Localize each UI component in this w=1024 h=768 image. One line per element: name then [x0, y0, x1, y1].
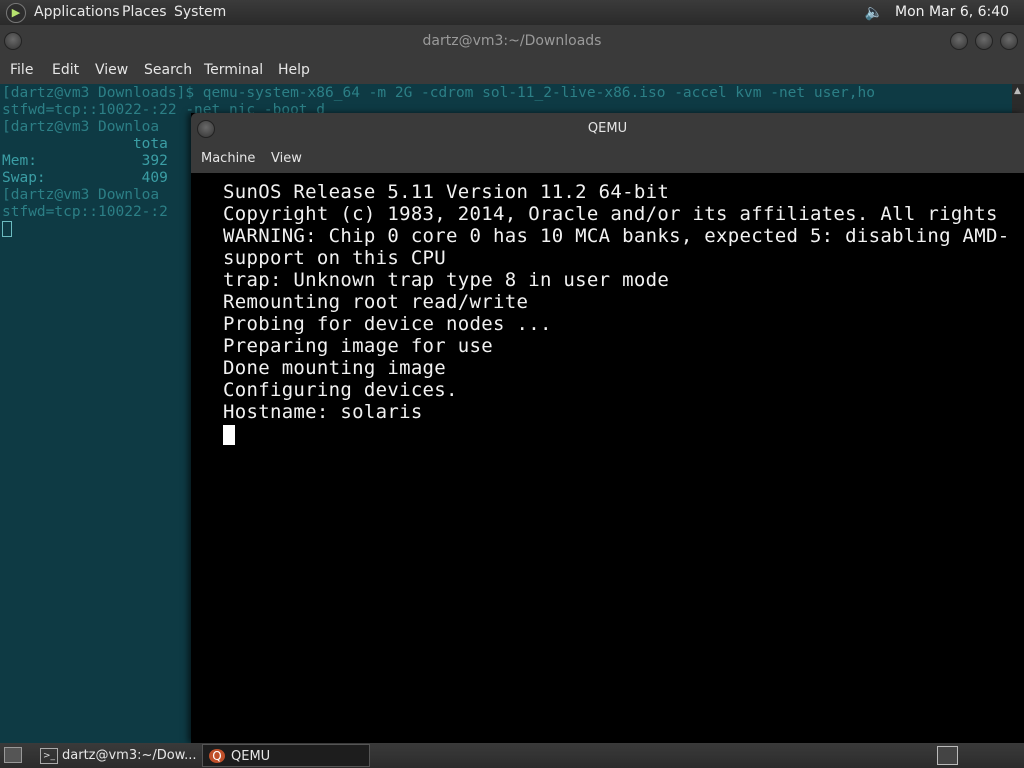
taskbar-item-terminal[interactable]: >_ dartz@vm3:~/Dow...	[34, 744, 198, 767]
console-line: support on this CPU	[223, 247, 447, 269]
terminal-cursor	[2, 221, 12, 237]
panel-menu-applications[interactable]: Applications	[34, 0, 120, 25]
console-cursor	[223, 425, 235, 445]
distro-logo-icon[interactable]: ▶	[6, 3, 26, 23]
bottom-taskbar: >_ dartz@vm3:~/Dow... Q QEMU	[0, 743, 1024, 768]
terminal-titlebar[interactable]: dartz@vm3:~/Downloads	[0, 25, 1024, 57]
console-line: Remounting root read/write	[223, 291, 529, 313]
panel-menu-system[interactable]: System	[174, 0, 226, 25]
qemu-console-screen[interactable]: SunOS Release 5.11 Version 11.2 64-bit C…	[191, 173, 1024, 743]
menu-view[interactable]: View	[95, 57, 128, 84]
menu-edit[interactable]: Edit	[52, 57, 79, 84]
menu-file[interactable]: File	[10, 57, 33, 84]
terminal-icon: >_	[40, 748, 58, 764]
terminal-title: dartz@vm3:~/Downloads	[422, 33, 602, 49]
taskbar-item-label: QEMU	[231, 749, 271, 764]
qemu-title: QEMU	[587, 121, 628, 136]
console-line: Hostname: solaris	[223, 401, 423, 423]
taskbar-item-qemu[interactable]: Q QEMU	[202, 744, 370, 767]
minimize-icon[interactable]	[950, 32, 968, 50]
qemu-window: QEMU Machine View SunOS Release 5.11 Ver…	[191, 113, 1024, 743]
show-desktop-icon[interactable]	[4, 747, 22, 763]
maximize-icon[interactable]	[975, 32, 993, 50]
close-icon[interactable]	[1000, 32, 1018, 50]
console-line: Copyright (c) 1983, 2014, Oracle and/or …	[223, 203, 998, 225]
terminal-line: [dartz@vm3 Downloads]$ qemu-system-x86_6…	[2, 85, 875, 101]
terminal-line: stfwd=tcp::10022-:2	[2, 204, 168, 220]
panel-clock[interactable]: Mon Mar 6, 6:40 PM	[895, 0, 1024, 45]
console-line: Probing for device nodes ...	[223, 313, 552, 335]
console-line: SunOS Release 5.11 Version 11.2 64-bit	[223, 181, 670, 203]
terminal-line: tota	[2, 136, 168, 152]
terminal-line: [dartz@vm3 Downloa	[2, 187, 160, 203]
menu-help[interactable]: Help	[278, 57, 310, 84]
volume-icon[interactable]: 🔈	[864, 3, 884, 21]
console-line: trap: Unknown trap type 8 in user mode	[223, 269, 670, 291]
top-panel: ▶ Applications Places System 🔈 Mon Mar 6…	[0, 0, 1024, 45]
menu-search[interactable]: Search	[144, 57, 192, 84]
terminal-menubar: File Edit View Search Terminal Help	[0, 57, 1024, 84]
qemu-icon: Q	[209, 749, 225, 763]
workspace-switcher[interactable]	[937, 746, 958, 765]
qemu-titlebar[interactable]: QEMU	[191, 113, 1024, 144]
qemu-menubar: Machine View	[191, 144, 1024, 173]
console-line: WARNING: Chip 0 core 0 has 10 MCA banks,…	[223, 225, 1010, 247]
panel-menu-places[interactable]: Places	[122, 0, 167, 25]
menu-machine[interactable]: Machine	[201, 144, 255, 173]
console-line: Configuring devices.	[223, 379, 458, 401]
terminal-line: Mem: 392	[2, 153, 168, 169]
menu-terminal[interactable]: Terminal	[204, 57, 263, 84]
scroll-up-icon[interactable]: ▲	[1014, 86, 1021, 96]
terminal-line: Swap: 409	[2, 170, 168, 186]
console-line: Preparing image for use	[223, 335, 493, 357]
console-line: Done mounting image	[223, 357, 447, 379]
terminal-line: [dartz@vm3 Downloa	[2, 119, 160, 135]
menu-view[interactable]: View	[271, 144, 302, 173]
taskbar-item-label: dartz@vm3:~/Dow...	[62, 748, 197, 763]
